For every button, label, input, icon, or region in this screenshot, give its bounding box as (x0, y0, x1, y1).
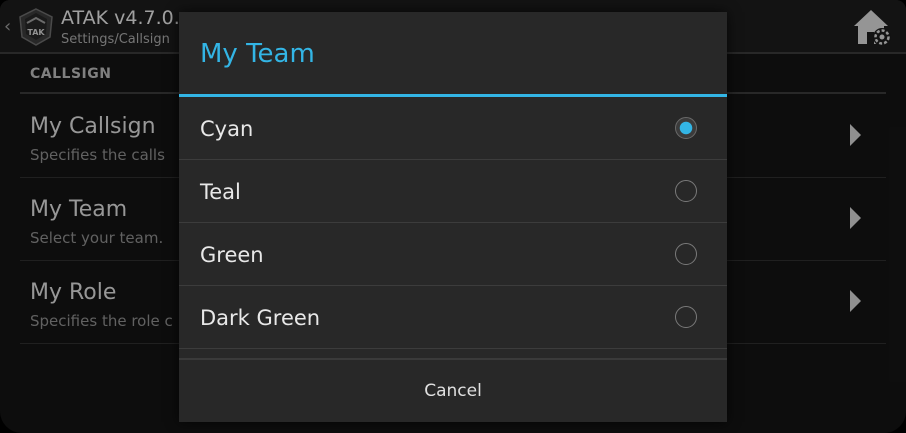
radio-button[interactable] (675, 306, 697, 328)
team-option-teal[interactable]: Teal (179, 160, 727, 223)
dialog-title: My Team (200, 39, 315, 69)
option-label: Cyan (200, 117, 254, 141)
option-label: Dark Green (200, 306, 321, 330)
cancel-button[interactable]: Cancel (179, 360, 727, 422)
my-team-dialog: My Team Cyan Teal Green Dark Green Cance… (179, 12, 727, 422)
radio-button[interactable] (675, 180, 697, 202)
option-label: Green (200, 243, 264, 267)
team-option-green[interactable]: Green (179, 223, 727, 286)
team-option-dark-green[interactable]: Dark Green (179, 286, 727, 349)
radio-button[interactable] (675, 243, 697, 265)
option-label: Teal (200, 180, 241, 204)
team-option-cyan[interactable]: Cyan (179, 97, 727, 160)
settings-screen: ‹ TAK ATAK v4.7.0. Settings/Callsign CAL… (0, 0, 906, 433)
radio-button-checked[interactable] (675, 117, 697, 139)
